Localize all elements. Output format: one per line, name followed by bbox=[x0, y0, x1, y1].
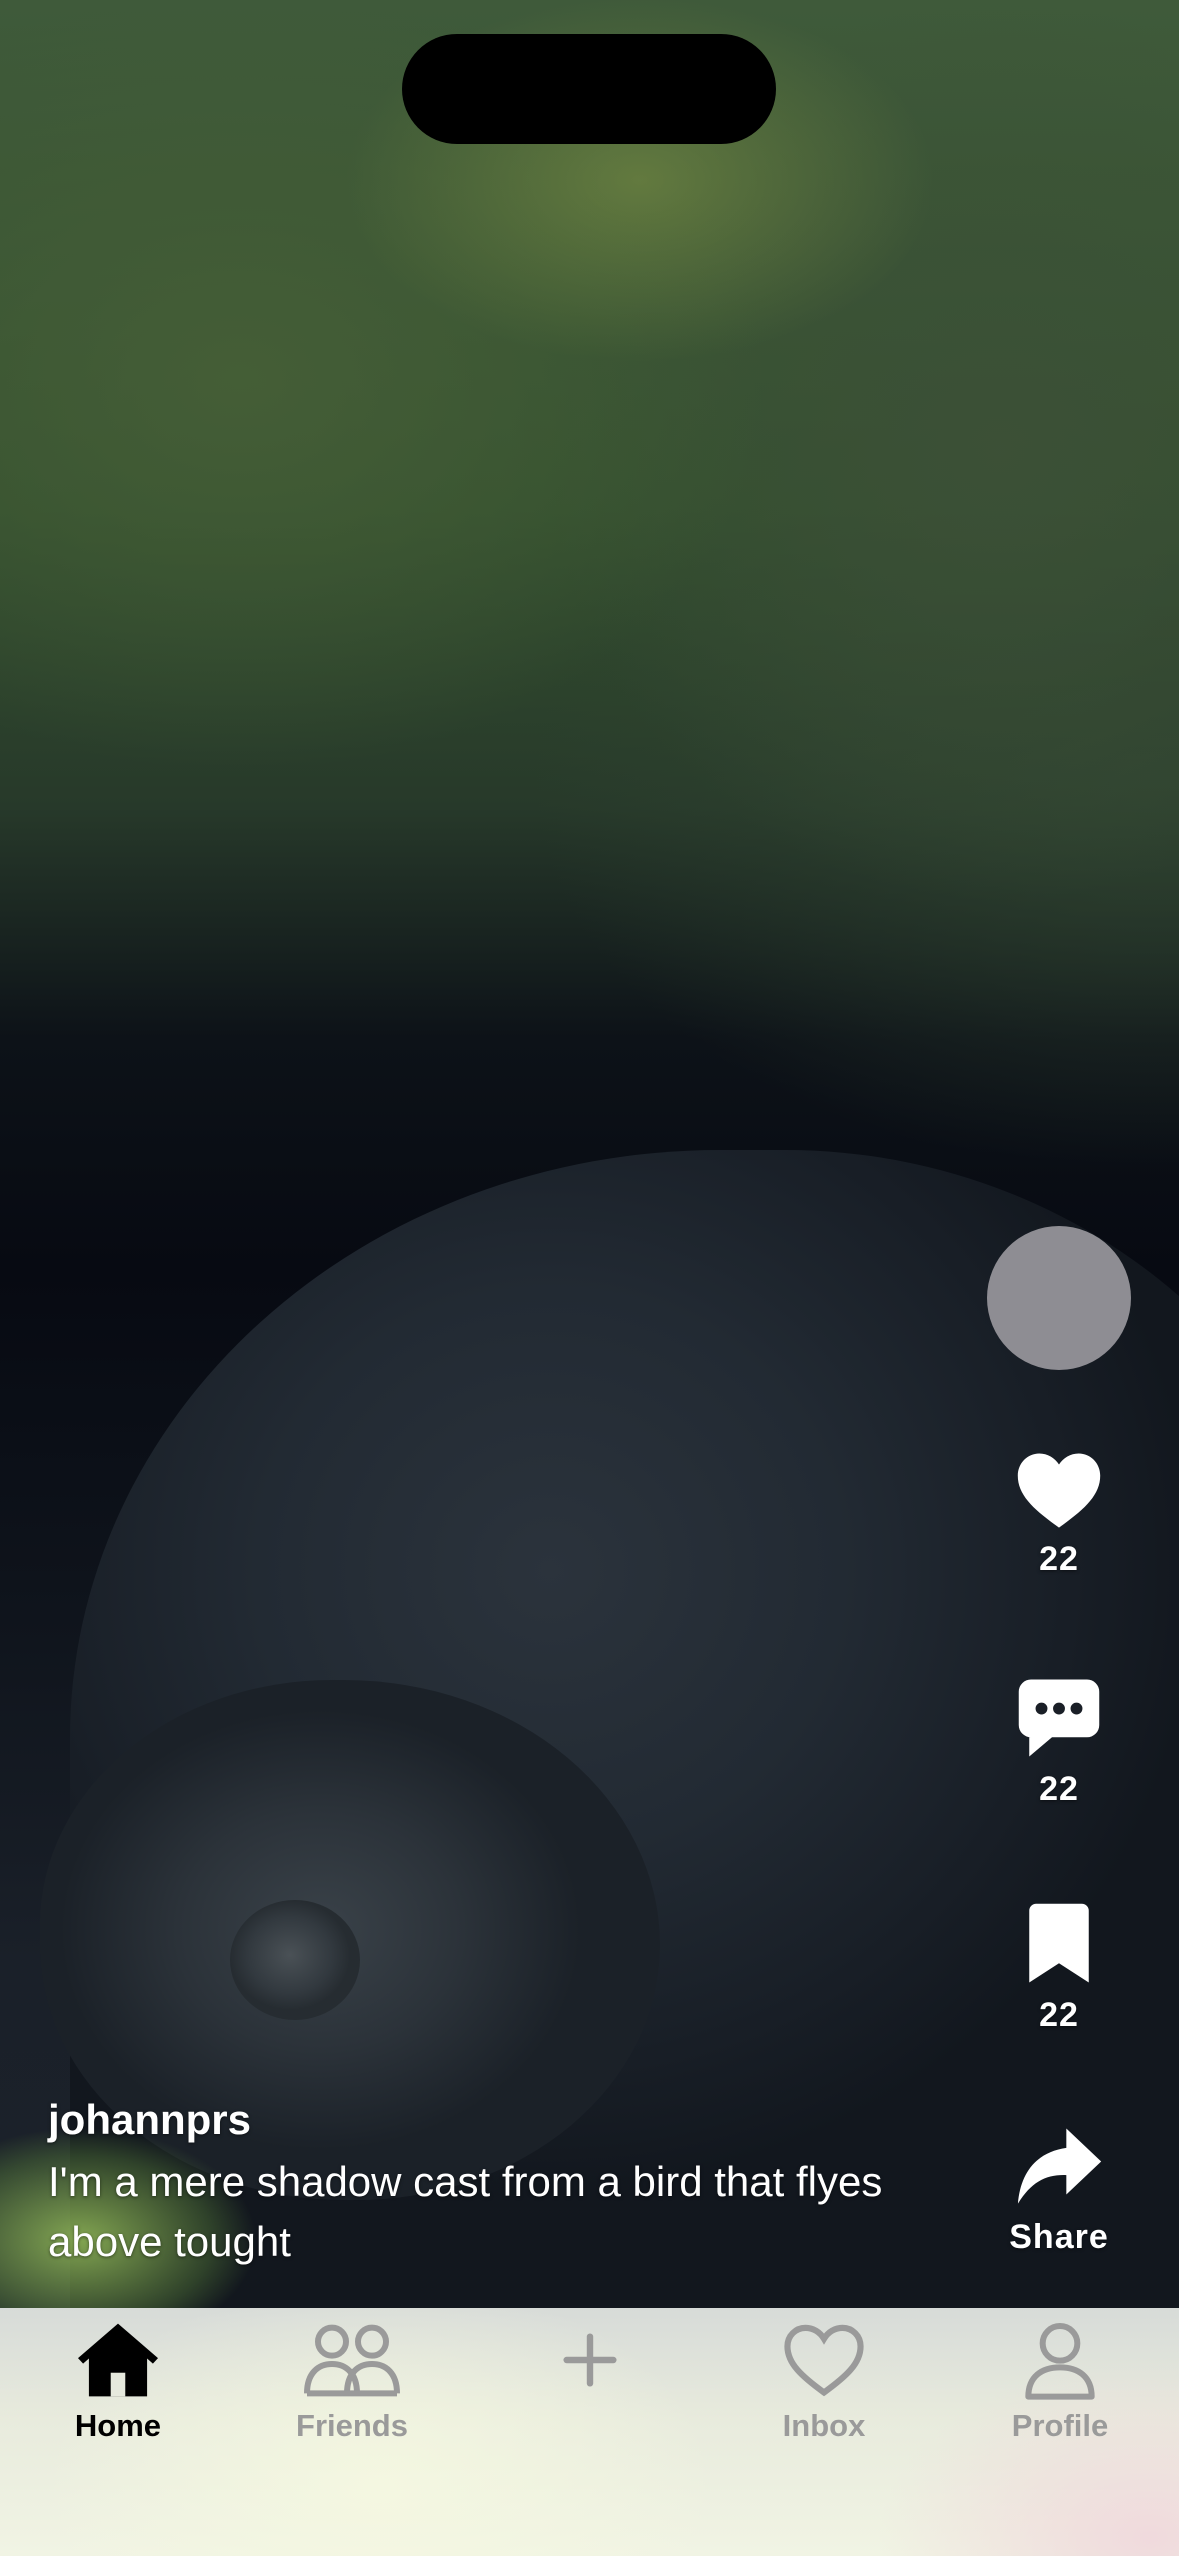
share-button[interactable]: Share bbox=[979, 2126, 1139, 2257]
person-icon bbox=[1025, 2323, 1095, 2400]
tab-home[interactable]: Home bbox=[18, 2320, 218, 2444]
creator-username[interactable]: johannprs bbox=[48, 2088, 948, 2152]
tab-profile-label: Profile bbox=[1011, 2408, 1109, 2443]
tab-profile[interactable]: Profile bbox=[960, 2320, 1160, 2444]
share-arrow-icon bbox=[1017, 2128, 1102, 2204]
post-caption-block: johannprs I'm a mere shadow cast from a … bbox=[48, 2088, 948, 2272]
comment-count: 22 bbox=[1039, 1770, 1079, 1808]
tab-inbox[interactable]: Inbox bbox=[724, 2320, 924, 2444]
comment-button[interactable]: 22 bbox=[979, 1676, 1139, 1809]
heart-outline-icon bbox=[784, 2324, 864, 2397]
heart-icon bbox=[1017, 1453, 1101, 1528]
save-button[interactable]: 22 bbox=[979, 1902, 1139, 2035]
like-count: 22 bbox=[1039, 1540, 1079, 1578]
video-subject-nose bbox=[230, 1900, 360, 2020]
tab-create[interactable] bbox=[490, 2320, 690, 2400]
plus-icon bbox=[563, 2333, 617, 2387]
tab-home-label: Home bbox=[74, 2408, 162, 2443]
tab-inbox-label: Inbox bbox=[782, 2408, 866, 2443]
save-count: 22 bbox=[1039, 1996, 1079, 2034]
creator-avatar[interactable] bbox=[987, 1226, 1131, 1370]
friends-icon bbox=[304, 2324, 400, 2397]
tab-friends[interactable]: Friends bbox=[252, 2320, 452, 2444]
home-icon bbox=[78, 2323, 158, 2397]
comment-icon bbox=[1018, 1679, 1100, 1757]
dynamic-island bbox=[402, 34, 776, 144]
video-feed-screen: 22 22 22 Share johannprs I'm a mere shad… bbox=[0, 0, 1179, 2556]
like-button[interactable]: 22 bbox=[979, 1450, 1139, 1579]
tab-friends-label: Friends bbox=[296, 2408, 408, 2443]
share-label: Share bbox=[1009, 2218, 1109, 2256]
bookmark-icon bbox=[1029, 1903, 1089, 1983]
post-caption[interactable]: I'm a mere shadow cast from a bird that … bbox=[48, 2152, 908, 2272]
